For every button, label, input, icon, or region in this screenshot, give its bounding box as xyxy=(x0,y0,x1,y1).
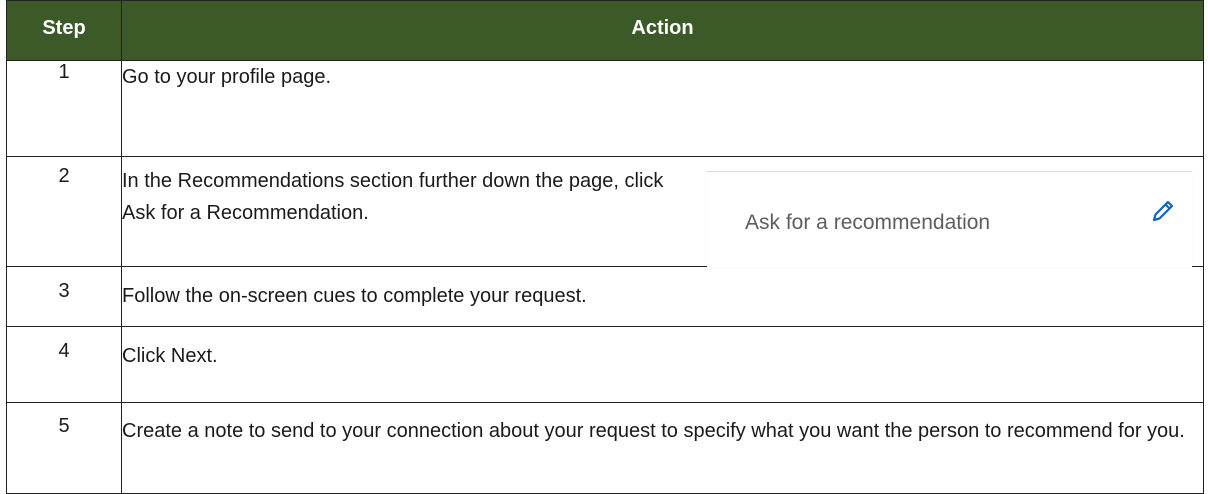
step-number: 4 xyxy=(6,326,122,403)
action-cell: Create a note to send to your connection… xyxy=(121,402,1204,494)
action-header: Action xyxy=(121,0,1204,61)
step-header: Step xyxy=(6,0,122,61)
action-text: In the Recommendations section further d… xyxy=(122,170,664,224)
table-row: 2 In the Recommendations section further… xyxy=(6,156,1204,267)
table-row: 3 Follow the on-screen cues to complete … xyxy=(6,266,1204,327)
action-cell: In the Recommendations section further d… xyxy=(121,156,1204,267)
action-text: Go to your profile page. xyxy=(122,66,332,88)
table-row: 4 Click Next. xyxy=(6,326,1204,403)
table-row: 1 Go to your profile page. xyxy=(6,60,1204,157)
ask-recommendation-button[interactable]: Ask for a recommendation xyxy=(707,171,1192,267)
action-text: Click Next. xyxy=(122,345,218,367)
action-cell: Go to your profile page. xyxy=(121,60,1204,157)
table-row: 5 Create a note to send to your connecti… xyxy=(6,402,1204,494)
step-number: 3 xyxy=(6,266,122,327)
step-number: 5 xyxy=(6,402,122,494)
header-row: Step Action xyxy=(6,0,1204,61)
ask-recommendation-label: Ask for a recommendation xyxy=(745,211,991,234)
step-number: 2 xyxy=(6,156,122,267)
pencil-icon[interactable] xyxy=(1150,198,1176,224)
action-text: Create a note to send to your connection… xyxy=(122,420,1185,442)
action-cell: Click Next. xyxy=(121,326,1204,403)
action-text: Follow the on-screen cues to complete yo… xyxy=(122,285,587,307)
steps-table: Step Action 1 Go to your profile page. 2… xyxy=(6,0,1204,494)
action-cell: Follow the on-screen cues to complete yo… xyxy=(121,266,1204,327)
step-number: 1 xyxy=(6,60,122,157)
